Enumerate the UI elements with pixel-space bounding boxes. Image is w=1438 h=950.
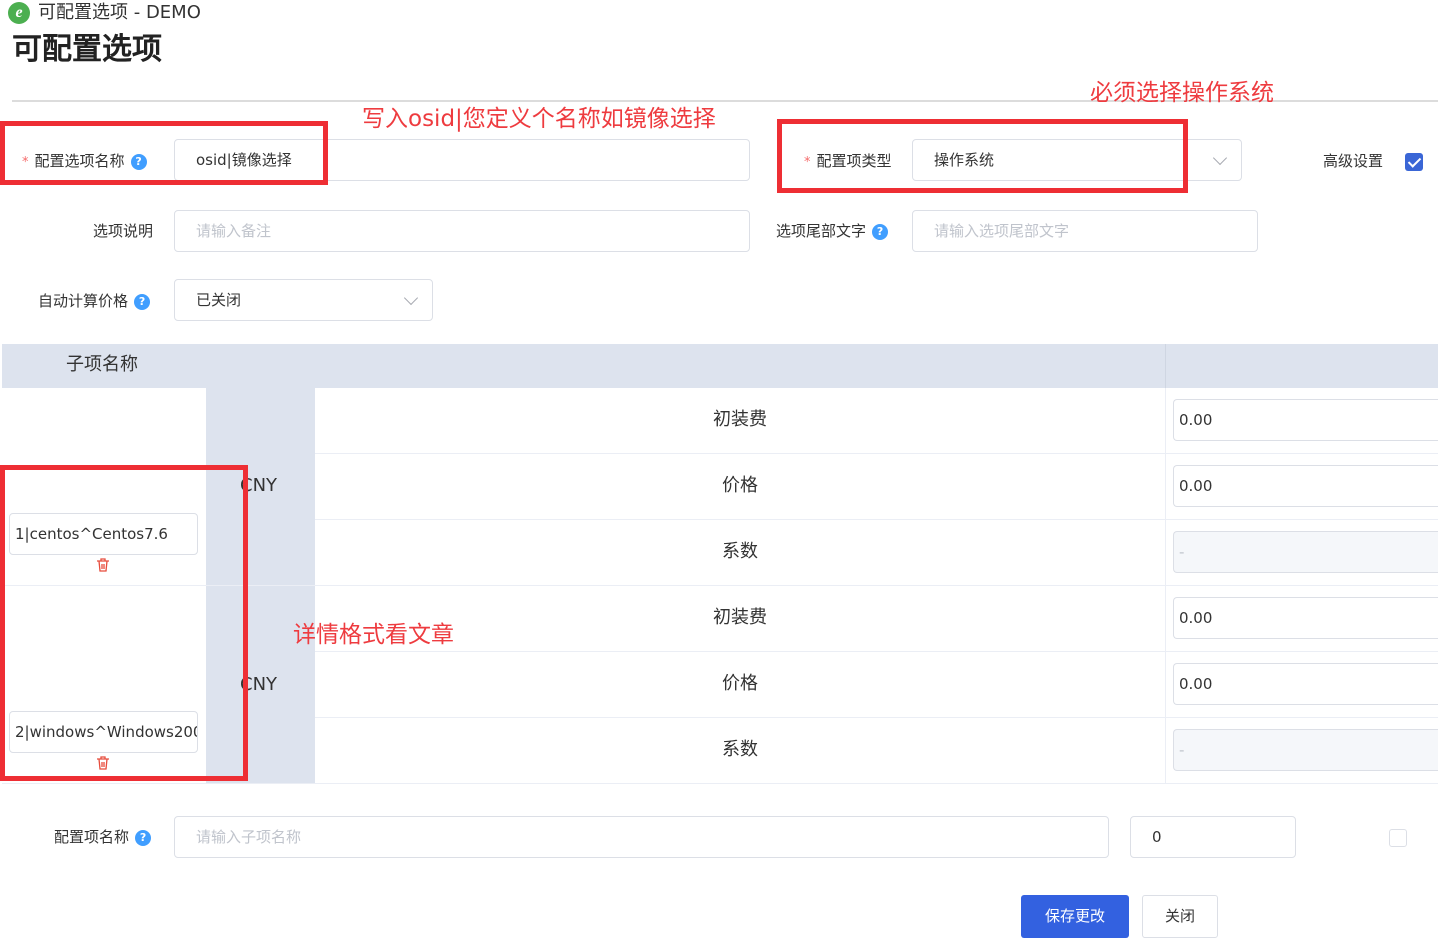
suffix-text-label: 选项尾部文字? [776, 221, 889, 241]
new-item-order-input[interactable]: 0 [1130, 816, 1296, 858]
annotation-type-hint: 必须选择操作系统 [1090, 80, 1274, 106]
new-item-name-input[interactable]: 请输入子项名称 [174, 816, 1109, 858]
row-label: 初装费 [713, 607, 767, 628]
annotation-detail-hint: 详情格式看文章 [293, 622, 454, 648]
page-title: 可配置选项 [12, 32, 162, 67]
setup-fee-input[interactable]: 0.00 [1173, 597, 1438, 639]
row-label: 初装费 [713, 409, 767, 430]
annotation-box [0, 465, 248, 781]
setup-fee-input[interactable]: 0.00 [1173, 399, 1438, 441]
chevron-down-icon [1212, 150, 1228, 166]
row-label: 系数 [722, 739, 758, 760]
row-divider [315, 453, 1438, 454]
new-item-label: 配置项名称? [54, 827, 152, 847]
chevron-down-icon [403, 290, 419, 306]
row-label: 系数 [722, 541, 758, 562]
annotation-name-hint: 写入osid|您定义个名称如镜像选择 [362, 106, 716, 132]
table-header [2, 344, 1438, 388]
auto-price-value: 已关闭 [196, 291, 242, 309]
window-title: 可配置选项 - DEMO [38, 2, 201, 23]
header-separator [1165, 344, 1166, 388]
price-input[interactable]: 0.00 [1173, 465, 1438, 507]
help-icon[interactable]: ? [135, 830, 152, 846]
auto-price-select[interactable]: 已关闭 [174, 279, 433, 321]
help-icon[interactable]: ? [134, 294, 151, 310]
coefficient-input: - [1173, 531, 1438, 573]
annotation-box [0, 121, 328, 185]
description-input[interactable]: 请输入备注 [174, 210, 750, 252]
auto-price-label: 自动计算价格? [38, 291, 151, 311]
browser-icon: e [8, 2, 30, 24]
suffix-text-input[interactable]: 请输入选项尾部文字 [912, 210, 1258, 252]
price-input[interactable]: 0.00 [1173, 663, 1438, 705]
column-separator [1165, 388, 1166, 784]
row-divider [315, 717, 1438, 718]
row-divider [315, 651, 1438, 652]
close-button[interactable]: 关闭 [1142, 895, 1218, 938]
row-label: 价格 [722, 475, 758, 496]
table-header-label: 子项名称 [66, 354, 138, 375]
description-label: 选项说明 [93, 222, 154, 240]
annotation-box [777, 119, 1188, 193]
row-divider [2, 783, 1438, 784]
coefficient-input: - [1173, 729, 1438, 771]
advanced-settings-label: 高级设置 [1323, 152, 1384, 170]
advanced-settings-checkbox[interactable] [1405, 153, 1423, 171]
help-icon[interactable]: ? [872, 224, 889, 240]
row-label: 价格 [722, 673, 758, 694]
row-divider [315, 519, 1438, 520]
new-item-checkbox[interactable] [1389, 829, 1407, 847]
save-button[interactable]: 保存更改 [1021, 895, 1129, 938]
